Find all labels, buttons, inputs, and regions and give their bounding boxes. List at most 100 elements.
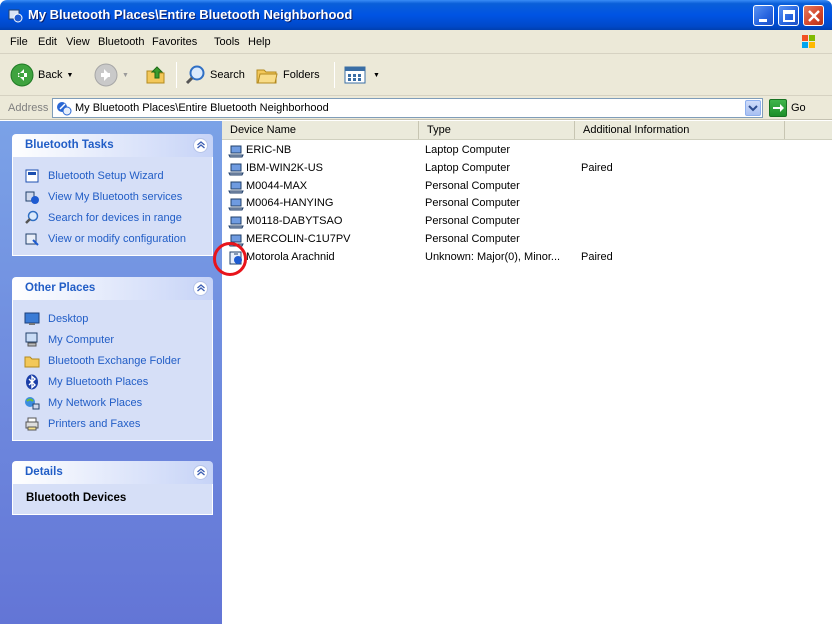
bluetooth-tasks-header[interactable]: Bluetooth Tasks xyxy=(12,134,213,157)
task-setup-wizard[interactable]: Bluetooth Setup Wizard xyxy=(13,165,212,186)
menu-favorites[interactable]: Favorites xyxy=(152,36,197,48)
device-row[interactable]: Motorola Arachnid Unknown: Major(0), Mino… xyxy=(222,249,832,267)
menu-bluetooth[interactable]: Bluetooth xyxy=(98,36,144,48)
task-pane: Bluetooth Tasks Bluetooth Setup Wizard V… xyxy=(0,121,222,624)
other-places-list: Desktop My Computer Bluetooth Exchange F… xyxy=(12,300,213,441)
title-bar[interactable]: My Bluetooth Places\Entire Bluetooth Nei… xyxy=(0,0,832,30)
place-label: Desktop xyxy=(48,312,89,325)
folders-icon xyxy=(256,69,278,84)
details-body: Bluetooth Devices xyxy=(12,484,213,515)
device-row[interactable]: MERCOLIN-C1U7PV Personal Computer xyxy=(222,231,832,249)
desktop-icon xyxy=(24,312,40,325)
go-arrow-icon xyxy=(769,99,787,117)
place-network-places[interactable]: My Network Places xyxy=(13,392,212,413)
device-type-cell: Personal Computer xyxy=(425,197,520,209)
forward-dropdown-icon[interactable]: ▼ xyxy=(122,72,129,79)
device-row[interactable]: M0118-DABYTSAO Personal Computer xyxy=(222,213,832,231)
address-input[interactable]: My Bluetooth Places\Entire Bluetooth Nei… xyxy=(52,98,763,118)
device-type-cell: Personal Computer xyxy=(425,215,520,227)
device-name-cell: M0044-MAX xyxy=(246,180,308,192)
task-configuration[interactable]: View or modify configuration xyxy=(13,228,212,249)
back-button[interactable]: Back ▼ xyxy=(10,62,73,88)
forward-button[interactable]: ▼ xyxy=(94,62,129,88)
search-devices-icon xyxy=(25,210,39,224)
minimize-button[interactable] xyxy=(753,5,774,26)
views-dropdown-icon[interactable]: ▼ xyxy=(373,72,380,79)
task-search-devices[interactable]: Search for devices in range xyxy=(13,207,212,228)
forward-arrow-icon xyxy=(94,63,118,87)
collapse-icon[interactable] xyxy=(193,465,208,480)
go-label: Go xyxy=(791,102,806,114)
bluetooth-tasks-title: Bluetooth Tasks xyxy=(25,139,114,151)
column-header: Device Name Type Additional Information xyxy=(222,121,832,140)
toolbar: Back ▼ ▼ Search Folders ▼ xyxy=(0,54,832,96)
task-view-services[interactable]: View My Bluetooth services xyxy=(13,186,212,207)
place-exchange-folder[interactable]: Bluetooth Exchange Folder xyxy=(13,350,212,371)
laptop-computer-icon xyxy=(228,163,244,176)
place-desktop[interactable]: Desktop xyxy=(13,308,212,329)
column-additional-info[interactable]: Additional Information xyxy=(575,121,785,139)
bluetooth-tasks-list: Bluetooth Setup Wizard View My Bluetooth… xyxy=(12,157,213,256)
up-folder-button[interactable] xyxy=(144,62,168,88)
place-label: Printers and Faxes xyxy=(48,417,141,430)
device-name-cell: IBM-WIN2K-US xyxy=(246,162,323,174)
place-bluetooth-places[interactable]: My Bluetooth Places xyxy=(13,371,212,392)
menu-view[interactable]: View xyxy=(66,36,90,48)
address-label: Address xyxy=(8,102,49,114)
other-places-header[interactable]: Other Places xyxy=(12,277,213,300)
close-button[interactable] xyxy=(803,5,824,26)
menu-tools[interactable]: Tools xyxy=(214,36,240,48)
laptop-computer-icon xyxy=(228,198,244,211)
close-icon xyxy=(808,10,820,22)
device-name-cell: ERIC-NB xyxy=(246,144,292,156)
device-type-cell: Unknown: Major(0), Minor... xyxy=(425,251,561,263)
laptop-computer-icon xyxy=(228,216,244,229)
go-button[interactable]: Go xyxy=(769,98,806,118)
menu-file[interactable]: File xyxy=(10,36,28,48)
menu-help[interactable]: Help xyxy=(248,36,271,48)
window-title: My Bluetooth Places\Entire Bluetooth Nei… xyxy=(28,7,353,22)
place-label: My Computer xyxy=(48,333,115,346)
device-row[interactable]: M0064-HANYING Personal Computer xyxy=(222,195,832,213)
column-type[interactable]: Type xyxy=(419,121,575,139)
device-row[interactable]: ERIC-NB Laptop Computer xyxy=(222,142,832,160)
device-type-cell: Personal Computer xyxy=(425,180,520,192)
search-button[interactable]: Search xyxy=(184,62,245,88)
wizard-icon xyxy=(25,169,39,182)
address-dropdown-button[interactable] xyxy=(745,100,761,116)
column-device-name[interactable]: Device Name xyxy=(222,121,419,139)
views-icon xyxy=(344,66,366,84)
place-printers[interactable]: Printers and Faxes xyxy=(13,413,212,434)
collapse-icon[interactable] xyxy=(193,138,208,153)
folders-label: Folders xyxy=(283,69,320,81)
bluetooth-places-icon xyxy=(8,9,23,23)
device-row[interactable]: M0044-MAX Personal Computer xyxy=(222,178,832,196)
details-text: Bluetooth Devices xyxy=(26,492,127,504)
device-type-cell: Laptop Computer xyxy=(425,162,510,174)
minimize-icon xyxy=(759,19,767,22)
collapse-icon[interactable] xyxy=(193,281,208,296)
device-row[interactable]: IBM-WIN2K-US Laptop Computer Paired xyxy=(222,160,832,178)
views-button[interactable]: ▼ xyxy=(343,62,380,88)
bluetooth-icon xyxy=(26,374,38,389)
folders-button[interactable]: Folders xyxy=(255,62,320,88)
folder-icon xyxy=(24,356,40,367)
back-dropdown-icon[interactable]: ▼ xyxy=(66,72,73,79)
device-name-cell: M0064-HANYING xyxy=(246,197,334,209)
details-header[interactable]: Details xyxy=(12,461,213,484)
device-info-cell: Paired xyxy=(581,162,613,174)
back-arrow-icon xyxy=(10,63,34,87)
place-my-computer[interactable]: My Computer xyxy=(13,329,212,350)
task-label: View or modify configuration xyxy=(48,232,186,245)
maximize-button[interactable] xyxy=(778,5,799,26)
device-name-cell: Motorola Arachnid xyxy=(246,251,335,263)
device-name-cell: MERCOLIN-C1U7PV xyxy=(246,233,351,245)
search-icon xyxy=(185,65,205,85)
menu-edit[interactable]: Edit xyxy=(38,36,57,48)
laptop-computer-icon xyxy=(228,181,244,194)
bluetooth-tasks-panel: Bluetooth Tasks Bluetooth Setup Wizard V… xyxy=(12,134,213,256)
task-label: View My Bluetooth services xyxy=(48,190,183,203)
device-list[interactable]: Device Name Type Additional Information … xyxy=(222,121,832,624)
bluetooth-places-icon xyxy=(57,102,72,116)
device-type-cell: Laptop Computer xyxy=(425,144,510,156)
